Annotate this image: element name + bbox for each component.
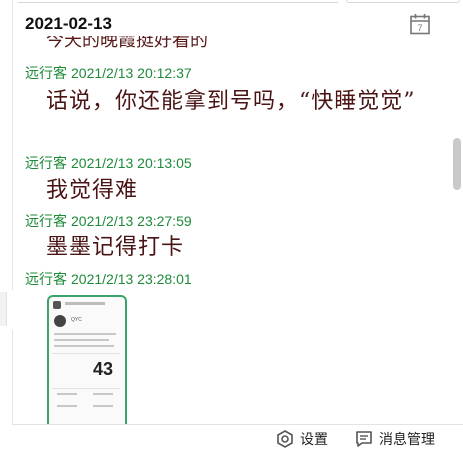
message-meta: 远行客 2021/2/13 20:12:37 (25, 63, 192, 83)
image-stat (93, 405, 113, 407)
image-text-line (54, 333, 116, 335)
svg-text:7: 7 (417, 23, 422, 33)
message-meta: 远行客 2021/2/13 23:28:01 (25, 269, 192, 289)
settings-label: 设置 (300, 431, 328, 447)
message-management-button[interactable]: 消息管理 (355, 428, 435, 450)
message-time: 2021/2/13 20:13:05 (71, 155, 192, 171)
message-management-label: 消息管理 (379, 431, 435, 447)
author-name: 远行客 (25, 65, 67, 81)
message-text: 今天的晚霞挺好看的 (46, 36, 208, 51)
left-panel-handle[interactable] (0, 292, 7, 326)
image-username: QYC (71, 317, 82, 323)
author-name: 远行客 (25, 213, 67, 229)
scrollbar-thumb[interactable] (453, 138, 461, 190)
message-list[interactable]: 今天的晚霞挺好看的 远行客 2021/2/13 20:12:37 话说，你还能拿到… (14, 36, 450, 424)
avatar (54, 315, 66, 327)
message-icon (356, 431, 372, 447)
left-divider (12, 0, 13, 290)
image-day-count: 43 (93, 359, 114, 379)
app-logo (53, 301, 61, 309)
message-meta: 远行客 2021/2/13 23:27:59 (25, 211, 192, 231)
message-text: 话说，你还能拿到号吗，“快睡觉觉” (46, 89, 416, 114)
author-name: 远行客 (25, 155, 67, 171)
message-text: 墨墨记得打卡 (46, 235, 185, 260)
message-meta: 远行客 2021/2/13 20:13:05 (25, 153, 192, 173)
date-header: 2021-02-13 (25, 14, 112, 33)
image-text-line (54, 345, 114, 347)
message-time: 2021/2/13 20:12:37 (71, 65, 192, 81)
author-name: 远行客 (25, 271, 67, 287)
image-title-bar (65, 302, 105, 305)
calendar-icon[interactable]: 7 (409, 13, 431, 35)
settings-button[interactable]: 设置 (276, 428, 328, 450)
image-stat (57, 393, 77, 395)
image-stat (57, 405, 77, 407)
top-input-edge (18, 0, 338, 3)
bottom-toolbar: 设置 消息管理 (12, 424, 463, 453)
image-text-line (54, 339, 109, 341)
message-time: 2021/2/13 23:28:01 (71, 271, 192, 287)
left-divider-lower (12, 330, 13, 425)
message-text: 我觉得难 (46, 178, 139, 203)
top-button-edge[interactable] (346, 0, 460, 3)
message-time: 2021/2/13 23:27:59 (71, 213, 192, 229)
settings-icon (277, 430, 293, 448)
image-attachment[interactable]: QYC 43 (47, 295, 127, 424)
image-stat (93, 393, 113, 395)
